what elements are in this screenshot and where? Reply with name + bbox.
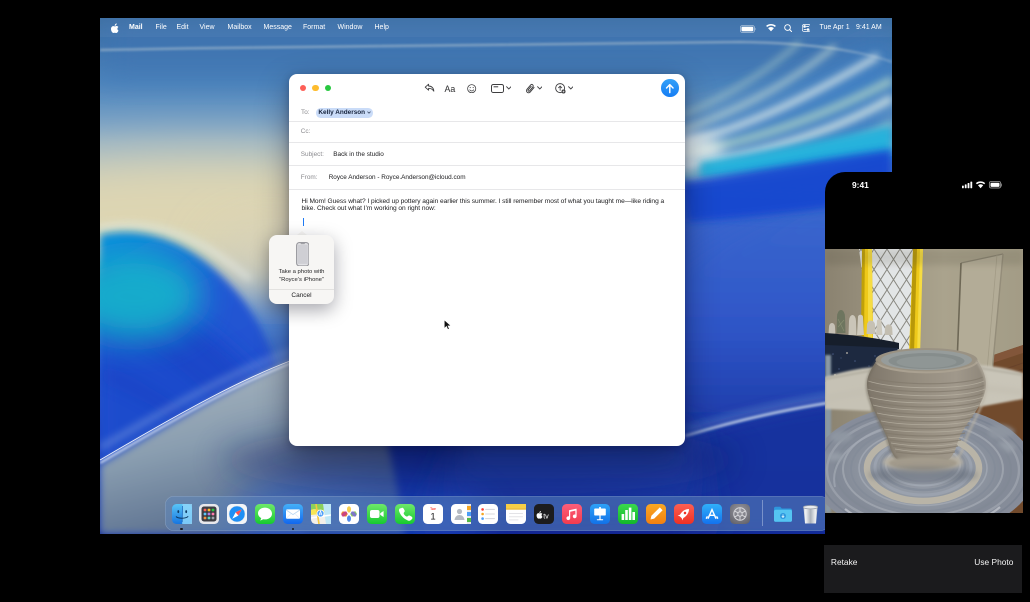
svg-text:1: 1 <box>430 511 435 522</box>
svg-text:Tue: Tue <box>430 506 436 510</box>
svg-text:tv: tv <box>543 511 549 520</box>
